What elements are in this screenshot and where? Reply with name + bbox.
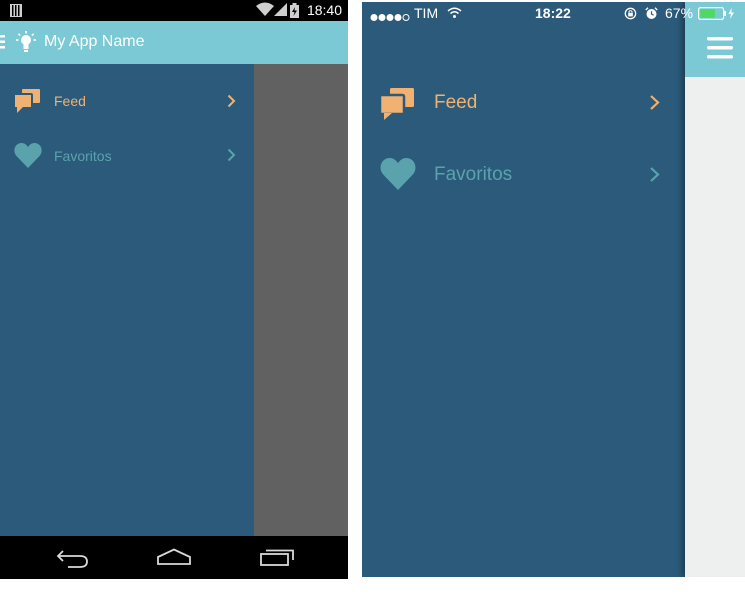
main-content-peek[interactable] <box>685 2 745 577</box>
wifi-icon <box>447 7 462 18</box>
ios-status-bar: TIM 18:22 67% <box>362 2 745 24</box>
lightbulb-icon[interactable] <box>16 31 36 53</box>
content-scrim[interactable] <box>254 64 348 536</box>
heart-icon <box>380 158 416 190</box>
drawer-item-favoritos[interactable]: Favoritos <box>0 135 254 175</box>
carrier-name: TIM <box>414 5 439 21</box>
android-app-bar: My App Name <box>0 21 348 64</box>
drawer-item-label: Feed <box>54 93 86 109</box>
heart-icon <box>14 143 42 168</box>
rotation-lock-icon <box>624 7 637 20</box>
drawer-item-label: Favoritos <box>434 164 513 185</box>
menu-icon[interactable] <box>0 35 5 49</box>
wifi-icon <box>256 2 274 16</box>
drawer-item-label: Feed <box>434 92 478 113</box>
android-status-time: 18:40 <box>306 2 342 18</box>
drawer-item-feed[interactable]: Feed <box>0 81 254 121</box>
drawer-item-favoritos[interactable]: Favoritos <box>362 144 685 204</box>
hamburger-icon[interactable] <box>707 37 733 61</box>
back-icon[interactable] <box>56 548 90 568</box>
recent-apps-icon[interactable] <box>259 548 295 566</box>
home-icon[interactable] <box>156 548 192 566</box>
android-nav-drawer: Feed Favoritos <box>0 64 254 536</box>
signal-dots-icon <box>370 9 412 25</box>
chevron-right-icon <box>650 95 660 110</box>
chevron-right-icon <box>227 148 236 162</box>
drawer-item-label: Favoritos <box>54 148 112 164</box>
android-status-bar: 18:40 <box>0 0 348 21</box>
battery-charging-icon <box>698 7 734 20</box>
chat-bubbles-icon <box>380 88 414 120</box>
drawer-item-feed[interactable]: Feed <box>362 72 685 132</box>
ios-nav-drawer: Feed Favoritos <box>362 2 685 577</box>
alarm-icon <box>645 7 658 19</box>
chat-bubbles-icon <box>14 89 40 113</box>
app-title: My App Name <box>44 33 145 50</box>
battery-percent: 67% <box>665 5 694 21</box>
android-screen: 18:40 My App Name Feed Favoritos <box>0 0 348 579</box>
chevron-right-icon <box>227 94 236 108</box>
ios-screen: Feed Favoritos TIM 18:22 67% <box>362 2 745 577</box>
android-navigation-bar <box>0 536 348 579</box>
signal-icon <box>274 3 287 16</box>
chevron-right-icon <box>650 167 660 182</box>
sim-icon <box>10 4 22 17</box>
ios-status-time: 18:22 <box>535 5 571 21</box>
battery-charging-icon <box>290 3 299 18</box>
